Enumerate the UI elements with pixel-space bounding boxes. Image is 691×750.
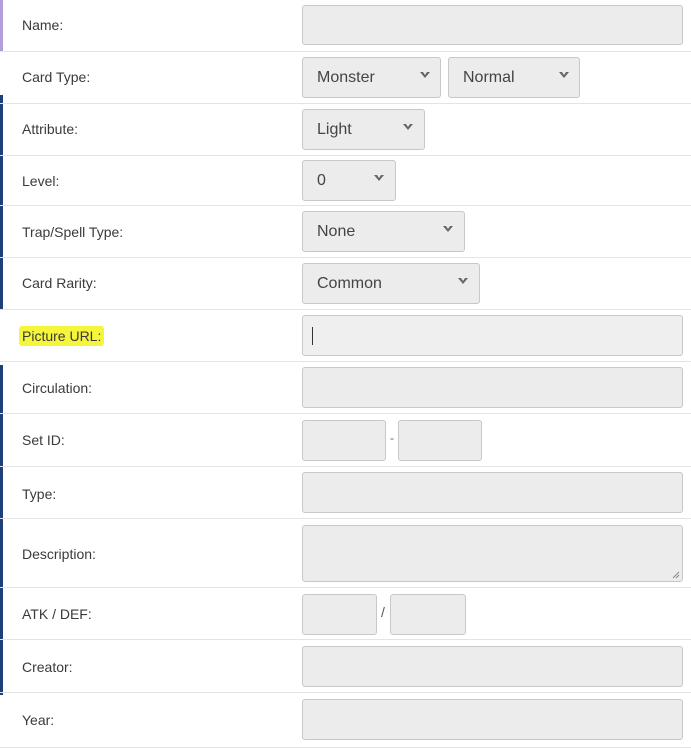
atk-input[interactable] (302, 594, 377, 635)
form-row-type: Type: (0, 467, 691, 519)
type-label: Type: (22, 486, 57, 502)
chevron-down-icon (420, 72, 430, 78)
form-row-trap-spell-type: Trap/Spell Type: None (0, 206, 691, 258)
trap-spell-type-select[interactable]: None (302, 211, 465, 252)
chevron-down-icon (458, 278, 468, 284)
attribute-label: Attribute: (22, 121, 79, 137)
level-select[interactable]: 0 (302, 160, 396, 201)
description-textarea[interactable] (302, 525, 683, 582)
form-row-picture-url: Picture URL: (0, 310, 691, 362)
card-type-label: Card Type: (22, 69, 91, 85)
attribute-select[interactable]: Light (302, 109, 425, 150)
set-id-part1-input[interactable] (302, 420, 386, 461)
form-row-set-id: Set ID: - (0, 414, 691, 467)
form-row-year: Year: (0, 693, 691, 748)
trap-spell-type-value: None (317, 223, 356, 240)
picture-url-input[interactable] (302, 315, 683, 356)
card-rarity-label: Card Rarity: (22, 275, 97, 291)
set-id-separator: - (390, 431, 394, 445)
creator-label: Creator: (22, 659, 73, 675)
circulation-input[interactable] (302, 367, 683, 408)
text-cursor (312, 327, 313, 345)
level-label: Level: (22, 173, 60, 189)
form-row-name: Name: (0, 0, 691, 52)
card-subtype-value: Normal (463, 69, 515, 86)
year-input[interactable] (302, 699, 683, 740)
card-rarity-select[interactable]: Common (302, 263, 480, 304)
card-subtype-select[interactable]: Normal (448, 57, 580, 98)
card-type-value: Monster (317, 69, 375, 86)
level-value: 0 (317, 172, 326, 189)
card-rarity-value: Common (317, 275, 382, 292)
form-row-description: Description: (0, 519, 691, 588)
form-row-card-type: Card Type: Monster Normal (0, 52, 691, 104)
chevron-down-icon (403, 124, 413, 130)
trap-spell-type-label: Trap/Spell Type: (22, 224, 124, 240)
chevron-down-icon (559, 72, 569, 78)
type-input[interactable] (302, 472, 683, 513)
form-row-attribute: Attribute: Light (0, 104, 691, 156)
circulation-label: Circulation: (22, 380, 93, 396)
set-id-part2-input[interactable] (398, 420, 482, 461)
atk-def-separator: / (381, 604, 385, 620)
card-type-select[interactable]: Monster (302, 57, 441, 98)
picture-url-label: Picture URL: (19, 326, 105, 346)
chevron-down-icon (374, 175, 384, 181)
attribute-value: Light (317, 121, 352, 138)
year-label: Year: (22, 712, 55, 728)
form-row-card-rarity: Card Rarity: Common (0, 258, 691, 310)
description-label: Description: (22, 546, 96, 562)
form-row-level: Level: 0 (0, 156, 691, 206)
atk-def-label: ATK / DEF: (22, 606, 92, 622)
name-label: Name: (22, 17, 64, 33)
def-input[interactable] (390, 594, 466, 635)
form-row-creator: Creator: (0, 640, 691, 693)
chevron-down-icon (443, 226, 453, 232)
creator-input[interactable] (302, 646, 683, 687)
resize-handle-icon[interactable] (671, 570, 680, 579)
form-row-circulation: Circulation: (0, 362, 691, 414)
name-input[interactable] (302, 5, 683, 45)
form-row-atk-def: ATK / DEF: / (0, 588, 691, 640)
set-id-label: Set ID: (22, 432, 65, 448)
